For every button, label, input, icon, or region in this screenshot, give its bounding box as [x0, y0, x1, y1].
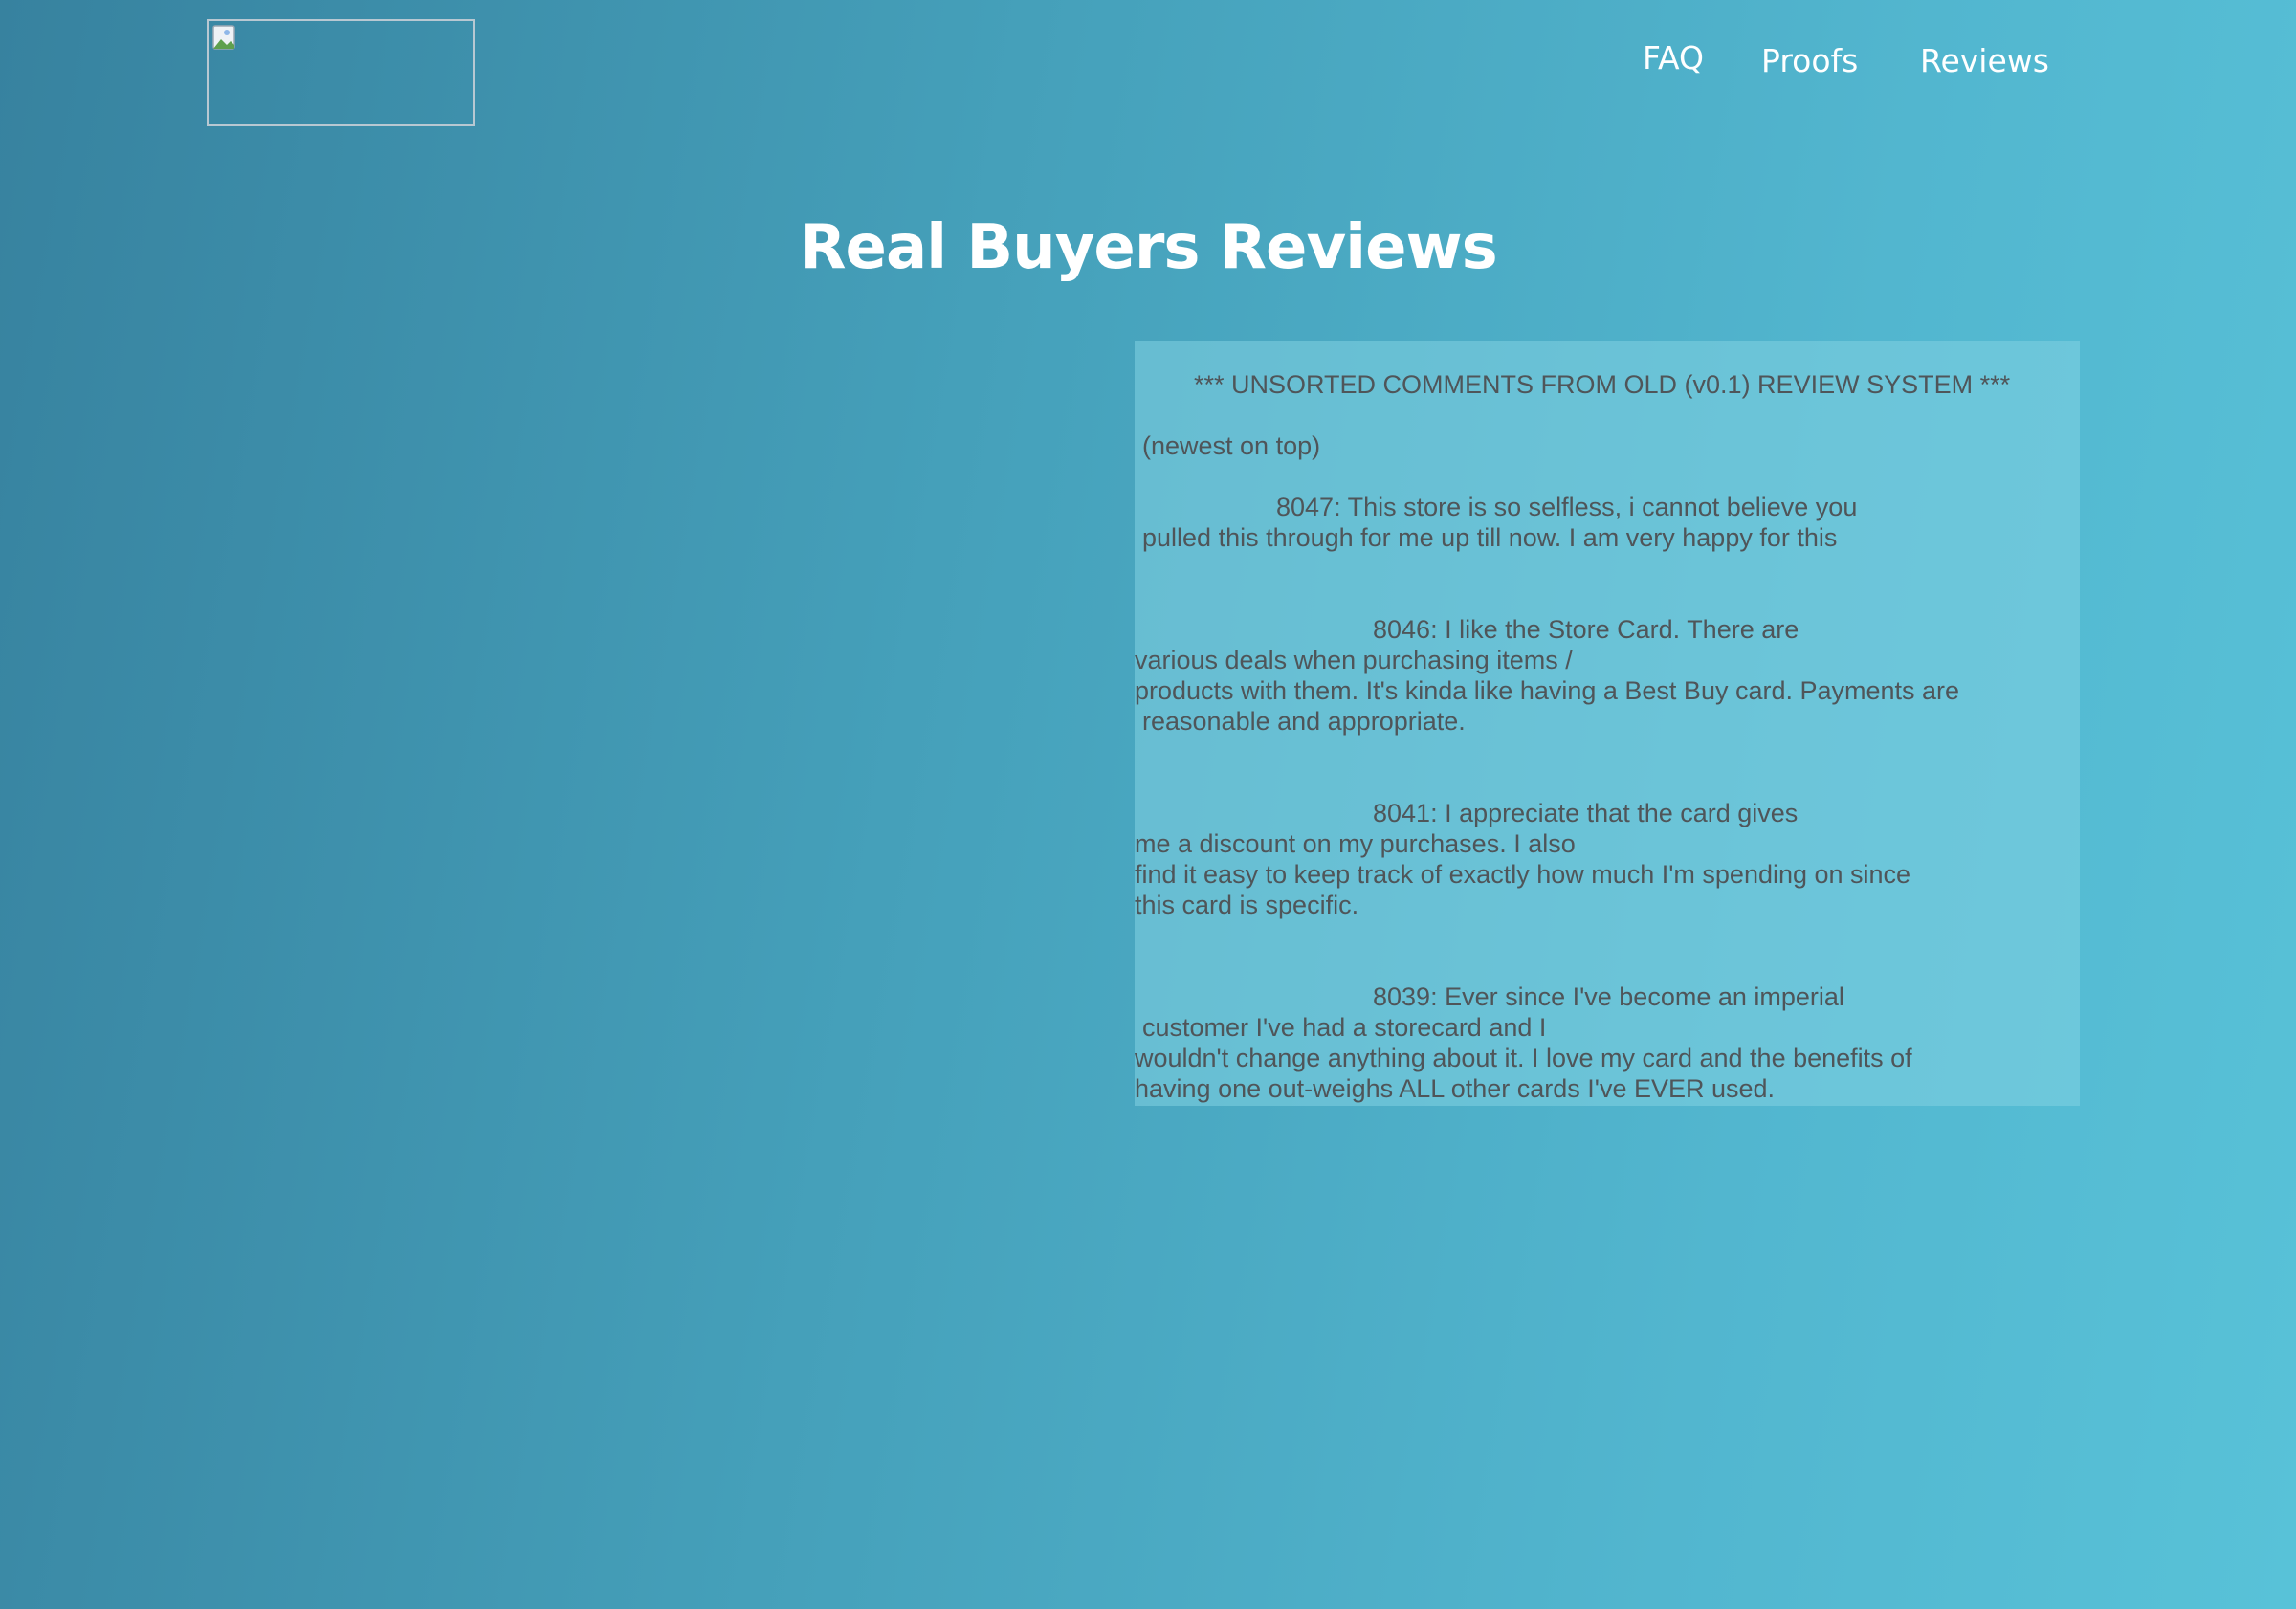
- review-line: me a discount on my purchases. I also: [1135, 829, 1576, 858]
- nav-reviews-link[interactable]: Reviews: [1920, 40, 2049, 82]
- nav-proofs-link[interactable]: Proofs: [1761, 40, 1858, 82]
- review-line: products with them. It's kinda like havi…: [1135, 676, 1960, 705]
- review-line: find it easy to keep track of exactly ho…: [1135, 860, 1911, 889]
- reviews-box: *** UNSORTED COMMENTS FROM OLD (v0.1) RE…: [1135, 341, 2080, 1106]
- review-line: this card is specific.: [1135, 891, 1359, 919]
- review-line: 8039: Ever since I've become an imperial: [1373, 982, 1844, 1011]
- review-line: reasonable and appropriate.: [1142, 707, 1466, 736]
- reviews-header: *** UNSORTED COMMENTS FROM OLD (v0.1) RE…: [1194, 370, 2011, 399]
- page-title: Real Buyers Reviews: [799, 212, 1497, 283]
- site-logo[interactable]: [207, 19, 475, 126]
- review-line: 8046: I like the Store Card. There are: [1373, 615, 1799, 644]
- review-line: wouldn't change anything about it. I lov…: [1135, 1044, 1912, 1072]
- review-line: pulled this through for me up till now. …: [1142, 523, 1838, 552]
- review-line: having one out-weighs ALL other cards I'…: [1135, 1074, 1776, 1103]
- review-line: 8047: This store is so selfless, i canno…: [1276, 493, 1858, 521]
- nav-faq-link[interactable]: FAQ: [1643, 37, 1704, 79]
- review-line: 8041: I appreciate that the card gives: [1373, 799, 1799, 827]
- review-line: various deals when purchasing items /: [1135, 646, 1573, 674]
- review-line: customer I've had a storecard and I: [1142, 1013, 1547, 1042]
- reviews-subheader: (newest on top): [1142, 431, 1321, 460]
- broken-image-icon: [212, 25, 235, 50]
